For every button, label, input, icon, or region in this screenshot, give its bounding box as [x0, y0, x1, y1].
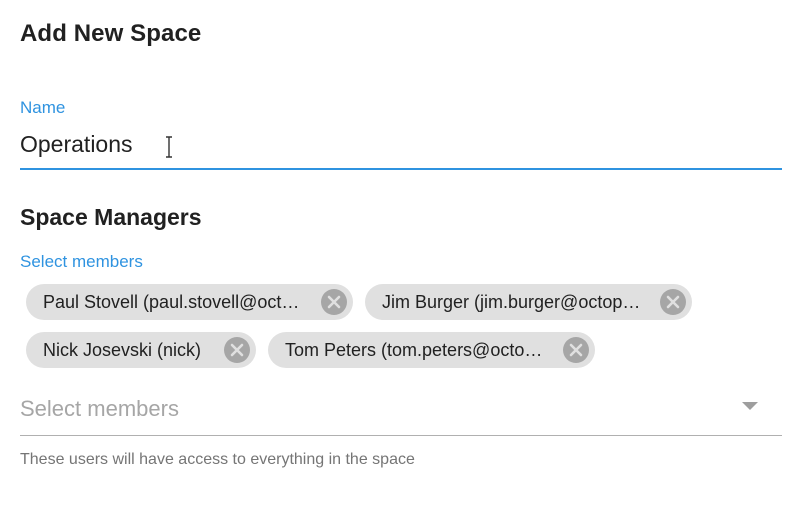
- member-chip-label: Jim Burger (jim.burger@octop…: [382, 291, 641, 312]
- member-chip-paul-stovell: Paul Stovell (paul.stovell@oct…: [26, 284, 353, 320]
- close-circle-icon[interactable]: [660, 289, 686, 315]
- close-circle-icon[interactable]: [563, 337, 589, 363]
- helper-text: These users will have access to everythi…: [20, 451, 415, 468]
- select-members-underline: [20, 435, 782, 436]
- space-managers-heading: Space Managers: [20, 204, 202, 230]
- member-chip-label: Tom Peters (tom.peters@octo…: [285, 339, 543, 360]
- close-circle-icon[interactable]: [224, 337, 250, 363]
- name-input-underline: [20, 168, 782, 170]
- name-field-label: Name: [20, 98, 66, 117]
- select-members-label: Select members: [20, 252, 143, 271]
- member-chip-jim-burger: Jim Burger (jim.burger@octop…: [365, 284, 692, 320]
- text-cursor-icon: [166, 136, 172, 158]
- member-chip-label: Paul Stovell (paul.stovell@oct…: [43, 291, 300, 312]
- add-space-dialog: Add New Space Name Operations Space Mana…: [0, 0, 806, 508]
- member-chip-nick-josevski: Nick Josevski (nick): [26, 332, 256, 368]
- close-circle-icon[interactable]: [321, 289, 347, 315]
- dialog-title: Add New Space: [20, 20, 202, 47]
- member-chip-label: Nick Josevski (nick): [43, 339, 202, 360]
- dropdown-arrow-icon[interactable]: [741, 401, 759, 411]
- member-chip-tom-peters: Tom Peters (tom.peters@octo…: [268, 332, 595, 368]
- name-input[interactable]: Operations: [20, 131, 133, 158]
- select-members-input[interactable]: Select members: [20, 396, 179, 422]
